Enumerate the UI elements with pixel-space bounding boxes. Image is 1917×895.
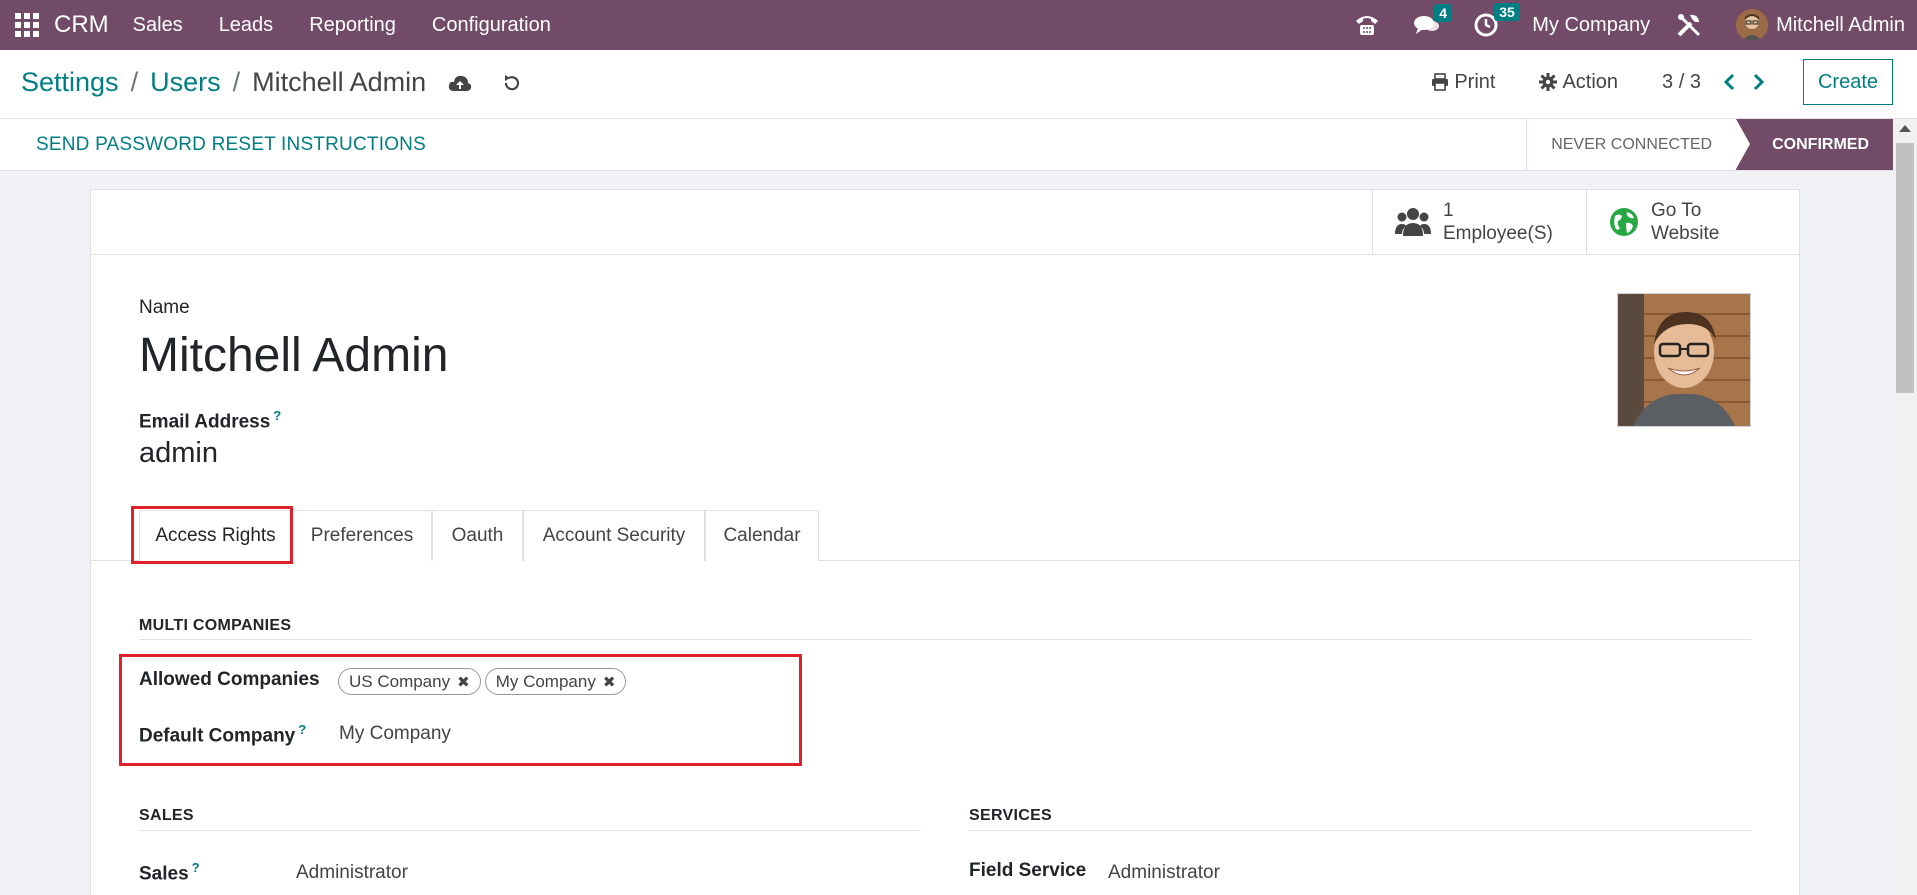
email-help-tooltip[interactable]: ?: [273, 408, 281, 423]
action-button[interactable]: Action: [1539, 71, 1618, 94]
breadcrumb-settings[interactable]: Settings: [21, 67, 119, 98]
highlight-multi-companies: [119, 654, 802, 766]
breadcrumb-current: Mitchell Admin: [252, 67, 427, 97]
users-icon: [1395, 208, 1431, 236]
email-label-text: Email Address: [139, 411, 271, 433]
messages-icon[interactable]: 4: [1414, 4, 1453, 36]
user-menu[interactable]: Mitchell Admin: [1736, 9, 1905, 41]
globe-icon: [1610, 208, 1638, 236]
sales-label-text: Sales: [139, 863, 189, 885]
chevron-left-icon[interactable]: [1723, 73, 1737, 91]
user-avatar-photo[interactable]: [1617, 293, 1751, 427]
smart-button-box: 1 Employee(S) Go To Website: [91, 190, 1799, 255]
services-section-title: SERVICES: [969, 807, 1053, 824]
status-confirmed[interactable]: CONFIRMED: [1736, 119, 1893, 170]
discard-icon[interactable]: [502, 73, 522, 93]
create-button[interactable]: Create: [1802, 59, 1893, 105]
form-statusbar: SEND PASSWORD RESET INSTRUCTIONS NEVER C…: [0, 119, 1893, 171]
company-switcher[interactable]: My Company: [1532, 14, 1650, 37]
tab-calendar[interactable]: Calendar: [705, 510, 819, 561]
breadcrumb-separator: /: [130, 67, 139, 97]
website-label-line1: Go To: [1651, 200, 1702, 221]
activities-badge: 35: [1494, 3, 1520, 21]
field-service-access-field[interactable]: Administrator: [1108, 862, 1220, 884]
employees-count: 1: [1443, 200, 1454, 221]
status-steps: NEVER CONNECTED CONFIRMED: [1526, 119, 1893, 170]
name-label: Name: [139, 297, 190, 318]
control-panel: Settings / Users / Mitchell Admin Print …: [0, 50, 1917, 119]
form-sheet: 1 Employee(S) Go To Website Name Mitchel…: [90, 189, 1800, 895]
tab-account-security[interactable]: Account Security: [523, 510, 705, 561]
multi-companies-title: MULTI COMPANIES: [139, 617, 292, 634]
scroll-up-arrow[interactable]: [1899, 125, 1911, 132]
send-password-reset-button[interactable]: SEND PASSWORD RESET INSTRUCTIONS: [36, 134, 426, 156]
website-label-line2: Website: [1651, 223, 1720, 244]
messages-badge: 4: [1434, 4, 1453, 22]
pager-value[interactable]: 3 / 3: [1662, 71, 1701, 94]
email-label: Email Address?: [139, 408, 281, 433]
menu-reporting[interactable]: Reporting: [309, 14, 396, 37]
activities-icon[interactable]: 35: [1474, 3, 1520, 37]
scroll-thumb[interactable]: [1896, 143, 1914, 393]
menu-leads[interactable]: Leads: [219, 14, 274, 37]
go-to-website-button[interactable]: Go To Website: [1586, 190, 1800, 254]
name-field[interactable]: Mitchell Admin: [139, 328, 448, 383]
menu-sales[interactable]: Sales: [133, 14, 183, 37]
gear-icon: [1539, 73, 1558, 91]
cloud-upload-icon[interactable]: [448, 74, 472, 92]
section-divider: [139, 639, 1751, 640]
status-never-connected[interactable]: NEVER CONNECTED: [1526, 119, 1737, 170]
tab-preferences[interactable]: Preferences: [292, 510, 432, 561]
chevron-right-icon[interactable]: [1751, 73, 1765, 91]
print-label: Print: [1454, 70, 1496, 93]
employees-label: Employee(S): [1443, 223, 1553, 244]
tab-oauth[interactable]: Oauth: [432, 510, 523, 561]
highlight-access-rights-tab: [131, 506, 293, 564]
sales-help-tooltip[interactable]: ?: [192, 860, 200, 875]
form-tabs: Access Rights Preferences Oauth Account …: [91, 510, 1799, 562]
employees-smart-button[interactable]: 1 Employee(S): [1372, 190, 1586, 254]
menu-configuration[interactable]: Configuration: [432, 14, 551, 37]
app-brand[interactable]: CRM: [54, 11, 109, 39]
breadcrumb: Settings / Users / Mitchell Admin: [21, 67, 522, 98]
action-label: Action: [1562, 70, 1619, 93]
tools-icon[interactable]: [1676, 12, 1702, 38]
top-navbar: CRM Sales Leads Reporting Configuration …: [0, 0, 1917, 50]
phone-icon[interactable]: [1354, 13, 1380, 37]
email-field[interactable]: admin: [139, 437, 218, 470]
field-service-label: Field Service: [969, 860, 1087, 881]
section-divider: [969, 830, 1751, 831]
section-divider: [139, 830, 921, 831]
user-name: Mitchell Admin: [1776, 13, 1905, 36]
avatar: [1736, 9, 1769, 41]
sales-label: Sales?: [139, 860, 200, 885]
sales-access-field[interactable]: Administrator: [296, 862, 408, 884]
page-scrollbar[interactable]: [1893, 119, 1917, 895]
app-switcher-icon[interactable]: [0, 0, 54, 50]
print-icon: [1432, 73, 1449, 91]
sales-section-title: SALES: [139, 807, 194, 824]
breadcrumb-users[interactable]: Users: [150, 67, 221, 98]
breadcrumb-separator: /: [232, 67, 241, 97]
print-button[interactable]: Print: [1431, 71, 1495, 94]
